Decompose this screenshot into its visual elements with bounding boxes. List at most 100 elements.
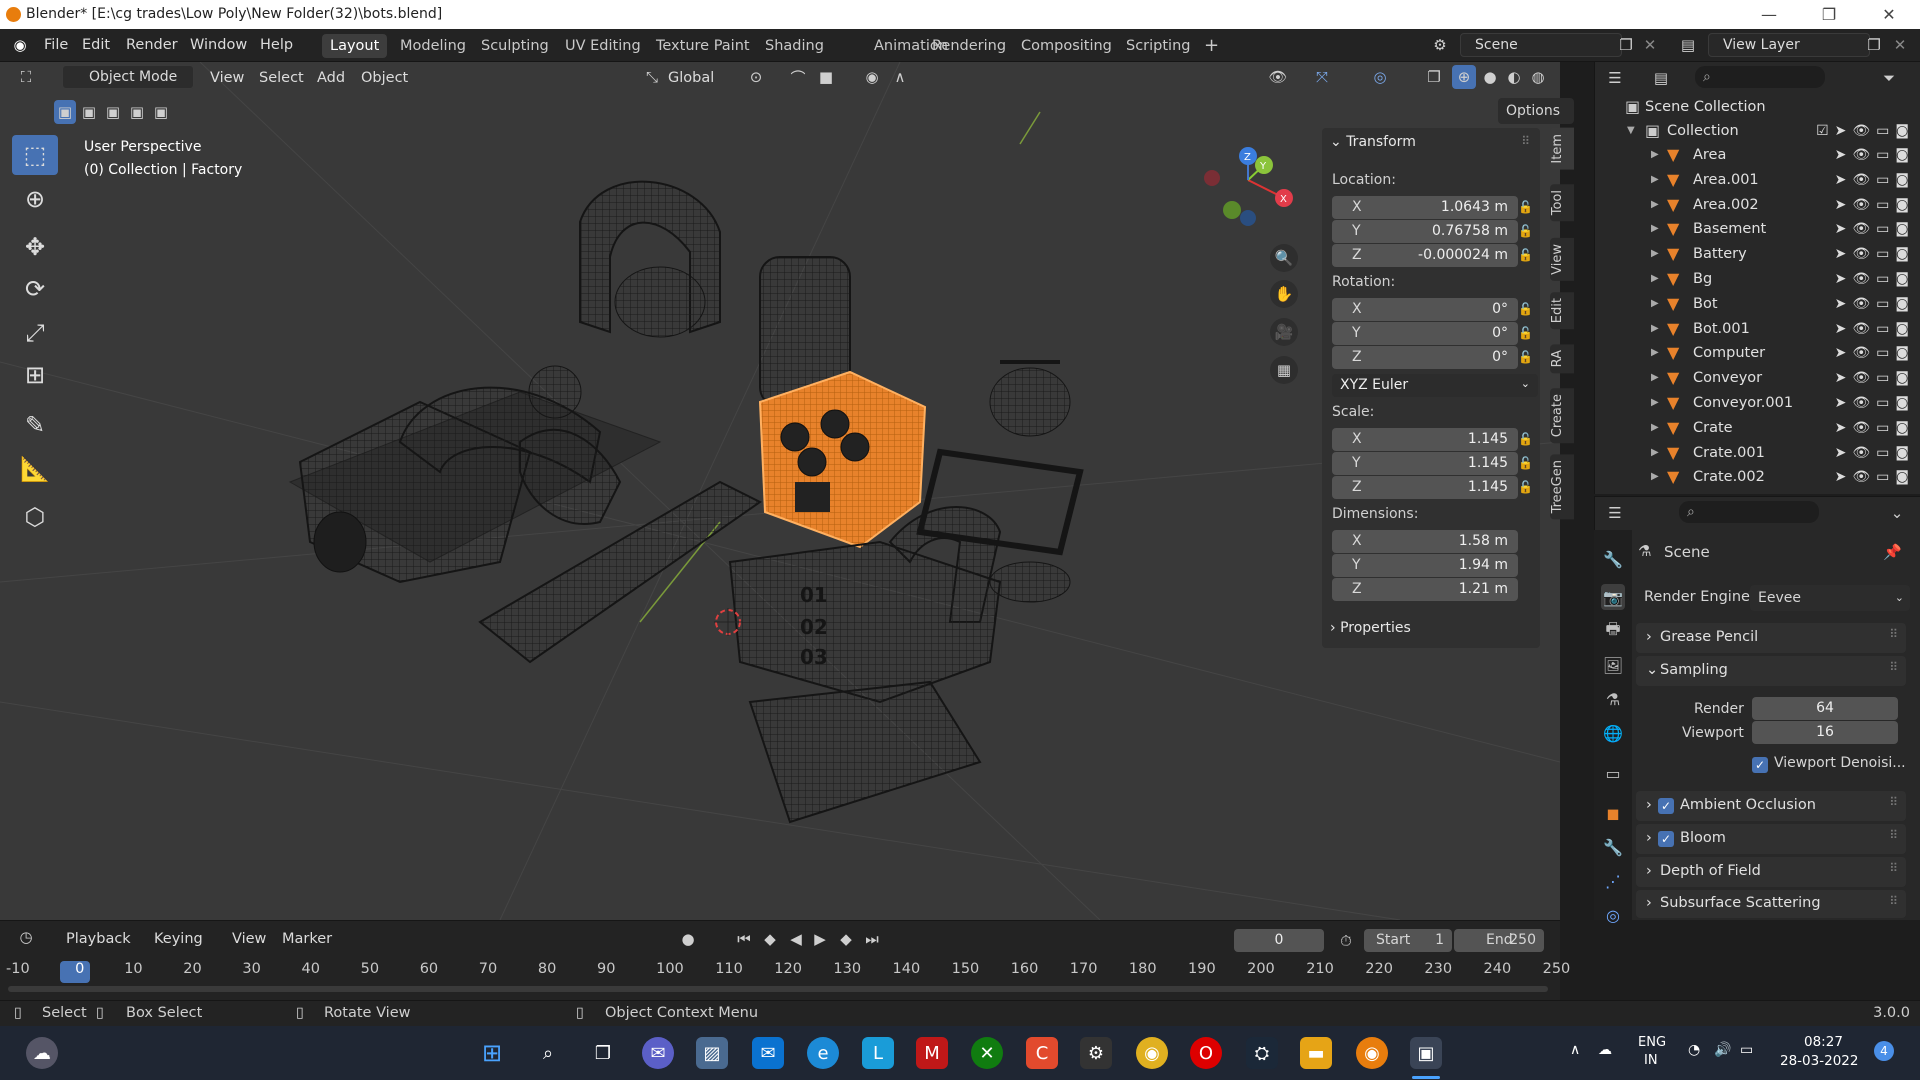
lock-icon[interactable]: 🔓 — [1518, 224, 1536, 242]
viewport-samples-field[interactable]: 16 — [1752, 721, 1898, 744]
collection-tab-icon[interactable]: ▭ — [1601, 760, 1625, 786]
launcher-l-icon[interactable]: L — [862, 1037, 894, 1069]
scale-tool-icon[interactable]: ⤢ — [12, 313, 58, 353]
editor-type-icon[interactable]: ⛶ — [14, 65, 38, 89]
blender-taskbar-icon[interactable]: ◉ — [1356, 1037, 1388, 1069]
tab-layout[interactable]: Layout — [322, 34, 388, 58]
next-keyframe-icon[interactable]: ◆ — [834, 927, 858, 951]
camera-view-icon[interactable]: 🎥 — [1270, 318, 1298, 346]
properties-search-input[interactable]: ⌕ — [1679, 501, 1819, 523]
scene-selector[interactable]: Scene — [1460, 33, 1622, 57]
proportional-edit-icon[interactable]: ◉ — [860, 65, 884, 89]
drag-handle-icon[interactable]: ⠿ — [1889, 828, 1898, 842]
menu-object[interactable]: Object — [361, 66, 408, 90]
prev-keyframe-icon[interactable]: ◆ — [758, 927, 782, 951]
tab-compositing[interactable]: Compositing — [1013, 34, 1120, 58]
properties-options-icon[interactable]: ⌄ — [1885, 501, 1909, 525]
ambient-occlusion-checkbox[interactable]: ✓ — [1658, 798, 1674, 814]
row-toggles-icon[interactable]: ☑➤👁▭◙ — [1816, 123, 1915, 139]
dimensions-z-field[interactable]: Z 1.21 m — [1332, 578, 1518, 601]
select-intersect-icon[interactable]: ▣ — [150, 100, 172, 124]
marker-menu[interactable]: Marker — [282, 927, 332, 951]
lock-icon[interactable]: 🔓 — [1518, 200, 1536, 218]
render-tab-icon[interactable]: 📷 — [1601, 584, 1625, 610]
file-explorer-icon[interactable]: ▬ — [1300, 1037, 1332, 1069]
zoom-icon[interactable]: 🔍 — [1270, 244, 1298, 272]
solid-shading-icon[interactable]: ● — [1478, 65, 1502, 89]
select-subtract-icon[interactable]: ▣ — [102, 100, 124, 124]
render-engine-dropdown[interactable]: Eevee ⌄ — [1750, 585, 1910, 611]
outliner-item[interactable]: ▶ ▼ Conveyor ➤👁▭◙ — [1595, 367, 1920, 392]
edge-browser-icon[interactable]: e — [807, 1037, 839, 1069]
antivirus-icon[interactable]: M — [916, 1037, 948, 1069]
view-layer-icon[interactable]: ▤ — [1676, 33, 1700, 57]
row-toggles-icon[interactable]: ➤👁▭◙ — [1835, 246, 1915, 262]
material-shading-icon[interactable]: ◐ — [1502, 65, 1526, 89]
grease-pencil-panel[interactable]: › Grease Pencil ⠿ — [1636, 623, 1906, 653]
expand-icon[interactable]: ▶ — [1651, 174, 1659, 185]
steam-icon[interactable]: ⛭ — [1246, 1037, 1278, 1069]
expand-icon[interactable]: ▶ — [1651, 323, 1659, 334]
tab-create[interactable]: Create — [1550, 388, 1574, 444]
blender-window-icon[interactable]: ▣ — [1410, 1037, 1442, 1069]
jump-end-icon[interactable]: ⏭ — [860, 927, 884, 951]
expand-icon[interactable]: ▶ — [1651, 372, 1659, 383]
dimensions-y-field[interactable]: Y 1.94 m — [1332, 554, 1518, 577]
outliner-item[interactable]: ▶ ▼ Battery ➤👁▭◙ — [1595, 243, 1920, 268]
photos-icon[interactable]: ▨ — [696, 1037, 728, 1069]
input-language[interactable]: ENG — [1638, 1035, 1666, 1050]
jump-start-icon[interactable]: ⏮ — [732, 927, 756, 951]
stopwatch-icon[interactable]: ⏱ — [1334, 929, 1358, 953]
snap-target-icon[interactable]: ■ — [814, 65, 838, 89]
drag-handle-icon[interactable]: ⠿ — [1521, 134, 1530, 148]
playback-menu[interactable]: Playback — [66, 927, 131, 951]
transform-header[interactable]: ⌄ Transform — [1330, 134, 1416, 150]
properties-editor-icon[interactable]: ☰ — [1603, 501, 1627, 525]
transform-tool-icon[interactable]: ⊞ — [12, 355, 58, 395]
expand-icon[interactable]: ▶ — [1651, 447, 1659, 458]
outliner-search-input[interactable]: ⌕ — [1695, 66, 1825, 88]
tab-scripting[interactable]: Scripting — [1118, 34, 1198, 58]
menu-window[interactable]: Window — [190, 37, 247, 53]
bloom-panel[interactable]: › ✓ Bloom ⠿ — [1636, 824, 1906, 854]
visibility-icon[interactable]: 👁 — [1266, 65, 1290, 89]
expand-icon[interactable]: ▶ — [1651, 199, 1659, 210]
location-z-field[interactable]: Z -0.000024 m — [1332, 244, 1518, 267]
pivot-icon[interactable]: ⊙ — [744, 65, 768, 89]
bloom-checkbox[interactable]: ✓ — [1658, 831, 1674, 847]
tab-sculpting[interactable]: Sculpting — [473, 34, 557, 58]
location-y-field[interactable]: Y 0.76758 m — [1332, 220, 1518, 243]
subsurface-panel[interactable]: › Subsurface Scattering ⠿ — [1636, 890, 1906, 918]
gizmo-neg-z-icon[interactable] — [1240, 210, 1256, 226]
rotation-mode-dropdown[interactable]: XYZ Euler ⌄ — [1332, 374, 1538, 397]
close-button[interactable]: ✕ — [1866, 0, 1912, 29]
lock-icon[interactable]: 🔓 — [1518, 456, 1536, 474]
menu-select[interactable]: Select — [259, 66, 304, 90]
lock-icon[interactable]: 🔓 — [1518, 350, 1536, 368]
row-toggles-icon[interactable]: ➤👁▭◙ — [1835, 370, 1915, 386]
outliner-item[interactable]: ▶ ▼ Conveyor.001 ➤👁▭◙ — [1595, 392, 1920, 417]
scale-x-field[interactable]: X 1.145 — [1332, 428, 1518, 451]
clock-date[interactable]: 28-03-2022 — [1780, 1053, 1858, 1069]
battery-icon[interactable]: ▭ — [1740, 1042, 1753, 1058]
menu-file[interactable]: File — [44, 37, 68, 53]
outliner-item[interactable]: ▶ ▼ Crate.002 ➤👁▭◙ — [1595, 466, 1920, 491]
outliner-item[interactable]: ▶ ▼ Computer ➤👁▭◙ — [1595, 342, 1920, 367]
play-icon[interactable]: ▶ — [808, 927, 832, 951]
outliner-item[interactable]: ▶ ▼ Area.002 ➤👁▭◙ — [1595, 194, 1920, 219]
settings-icon[interactable]: ⚙ — [1080, 1037, 1112, 1069]
row-toggles-icon[interactable]: ➤👁▭◙ — [1835, 469, 1915, 485]
scene-browse-icon[interactable]: ⚙ — [1428, 33, 1452, 57]
navigation-gizmo[interactable]: X Y Z — [1196, 140, 1306, 240]
modifier-tab-icon[interactable]: 🔧 — [1601, 834, 1625, 860]
current-frame-field[interactable]: 0 — [1234, 929, 1324, 952]
record-icon[interactable]: ● — [676, 927, 700, 951]
row-toggles-icon[interactable]: ➤👁▭◙ — [1835, 395, 1915, 411]
ambient-occlusion-panel[interactable]: › ✓ Ambient Occlusion ⠿ — [1636, 791, 1906, 821]
rotation-y-field[interactable]: Y 0° — [1332, 322, 1518, 345]
outliner-item[interactable]: ▶ ▼ Bot ➤👁▭◙ — [1595, 293, 1920, 318]
menu-render[interactable]: Render — [126, 37, 178, 53]
expand-icon[interactable]: ▶ — [1651, 273, 1659, 284]
move-tool-icon[interactable]: ✥ — [12, 227, 58, 267]
row-toggles-icon[interactable]: ➤👁▭◙ — [1835, 445, 1915, 461]
